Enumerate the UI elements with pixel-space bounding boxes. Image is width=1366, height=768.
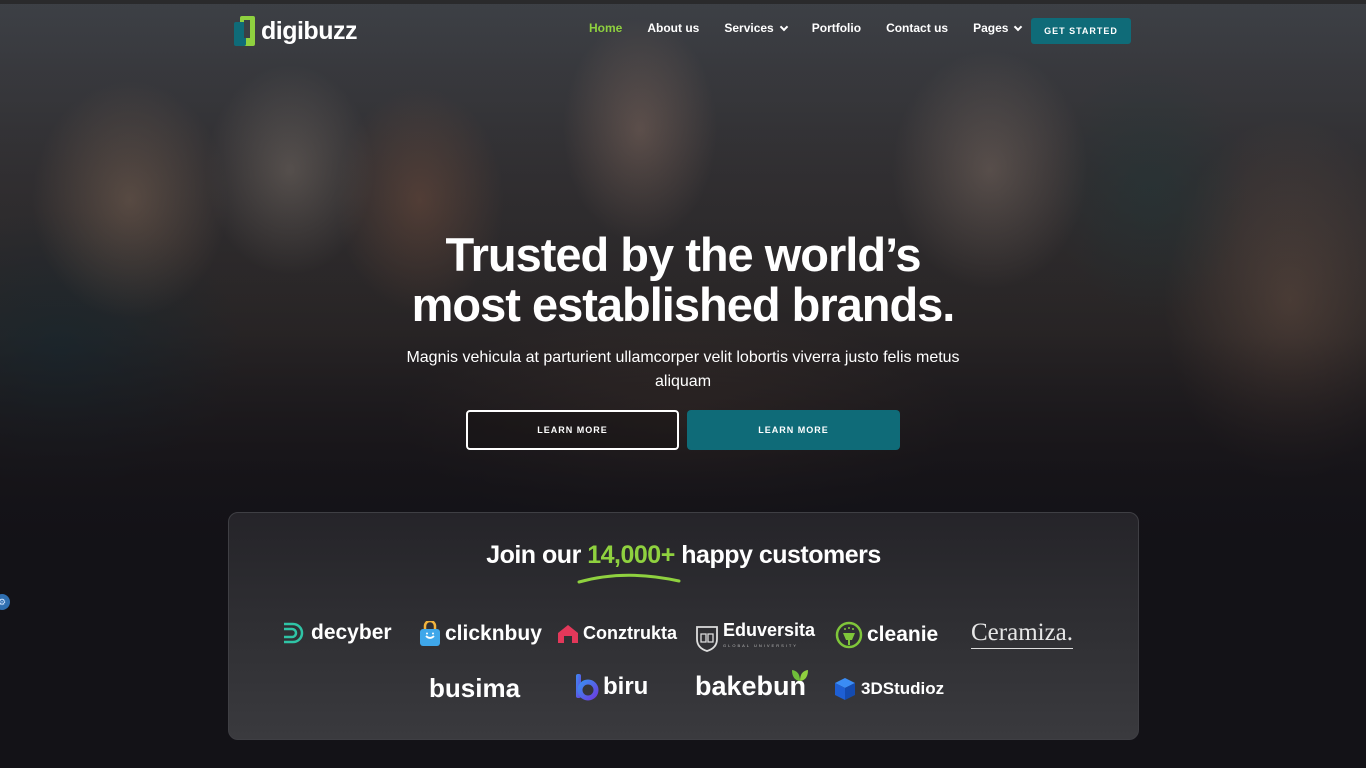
- brand-logo-biru: biru: [575, 673, 648, 701]
- house-roof-icon: [558, 624, 578, 643]
- leaf-icon: [792, 669, 809, 681]
- page: digibuzz Home About us Services Portfoli…: [0, 0, 1366, 768]
- biru-b-icon: [576, 674, 599, 701]
- learn-more-outline-button[interactable]: LEARN MORE: [466, 410, 679, 450]
- brand-name: biru: [603, 673, 649, 700]
- brand-logo-ceramiza: Ceramiza.: [971, 619, 1074, 649]
- hero-title-line-2: most established brands.: [411, 278, 956, 331]
- nav-item-pages[interactable]: Pages: [973, 21, 1023, 35]
- heading-prefix: Join our: [486, 541, 581, 569]
- brand-name: cleanie: [867, 623, 939, 646]
- cube-icon: [835, 678, 855, 700]
- brand-logo-3dstudioz: 3DStudioz: [833, 677, 944, 701]
- accessibility-icon[interactable]: ⚙: [0, 594, 10, 610]
- nav-label: Portfolio: [811, 21, 862, 35]
- nav-label: Home: [589, 21, 623, 35]
- brand-name: busima: [429, 673, 521, 703]
- customer-count-highlight: 14,000+: [587, 541, 675, 569]
- broom-circle-icon: [835, 621, 863, 649]
- eduversita-wordmark: Eduversita GLOBAL UNIVERSITY: [723, 621, 815, 655]
- chevron-down-icon: [1014, 22, 1023, 31]
- customers-heading: Join our 14,000+ happy customers: [229, 541, 1138, 570]
- nav-label: Pages: [973, 21, 1009, 35]
- brand-logo-conztrukta: Conztrukta: [557, 623, 677, 644]
- site-logo[interactable]: digibuzz: [234, 16, 357, 46]
- brand-name: 3DStudioz: [861, 679, 945, 698]
- hero-subtitle: Magnis vehicula at parturient ullamcorpe…: [406, 349, 960, 390]
- brand-logo-eduversita: Eduversita GLOBAL UNIVERSITY: [695, 621, 815, 655]
- nav-item-contact-us[interactable]: Contact us: [886, 21, 948, 35]
- heading-suffix: happy customers: [681, 541, 881, 569]
- brand-logo-decyber: decyber: [281, 621, 392, 645]
- brand-logo-bakebun: bakebun: [695, 669, 810, 702]
- nav-label: About us: [647, 21, 700, 35]
- get-started-button[interactable]: GET STARTED: [1031, 18, 1131, 44]
- highlight-underline-swash: [577, 573, 681, 584]
- brand-name: Conztrukta: [583, 623, 677, 643]
- customers-panel: Join our 14,000+ happy customers decyber…: [228, 512, 1139, 740]
- hero-title: Trusted by the world’s most established …: [0, 230, 1366, 330]
- brand-name: decyber: [311, 621, 392, 644]
- nav-item-about-us[interactable]: About us: [647, 21, 699, 35]
- main-navigation: digibuzz Home About us Services Portfoli…: [0, 4, 1366, 56]
- hero-title-line-1: Trusted by the world’s: [445, 228, 921, 281]
- nav-links: Home About us Services Portfolio Contact…: [589, 21, 1046, 35]
- brand-name: clicknbuy: [445, 622, 542, 645]
- nav-label: Contact us: [886, 21, 949, 35]
- nav-item-home[interactable]: Home: [589, 21, 622, 35]
- learn-more-solid-button[interactable]: LEARN MORE: [687, 410, 900, 450]
- decyber-d-icon: [284, 622, 304, 644]
- shopping-bag-icon: [420, 621, 440, 646]
- brand-logo-busima: busima: [429, 673, 520, 704]
- nav-label: Services: [724, 21, 774, 35]
- brand-name: Ceramiza.: [971, 619, 1074, 649]
- brand-logo-cleanie: cleanie: [835, 621, 938, 649]
- brand-logo-clicknbuy: clicknbuy: [419, 621, 542, 647]
- logo-text: digibuzz: [261, 16, 357, 45]
- nav-item-services[interactable]: Services: [724, 21, 788, 35]
- chevron-down-icon: [779, 22, 788, 31]
- shield-book-icon: [696, 626, 718, 652]
- logo-mark-icon: [234, 16, 255, 46]
- nav-item-portfolio[interactable]: Portfolio: [812, 21, 861, 35]
